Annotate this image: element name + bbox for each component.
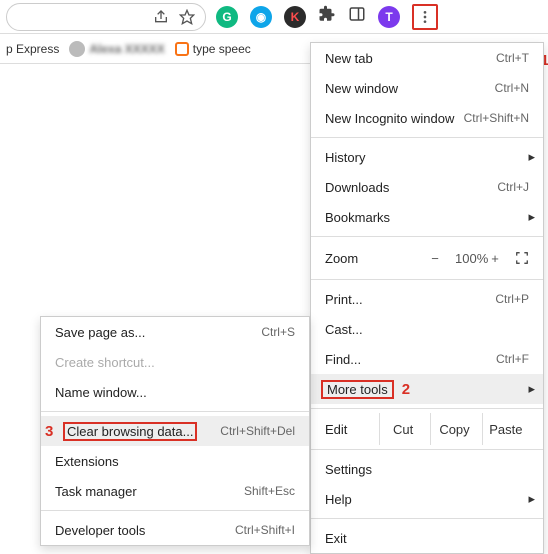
menu-new-window[interactable]: New windowCtrl+N [311, 73, 543, 103]
bookmark-item[interactable]: Alexa XXXXX [69, 41, 164, 57]
more-tools-submenu: Save page as...Ctrl+S Create shortcut...… [40, 316, 310, 546]
menu-separator [41, 510, 309, 511]
menu-downloads[interactable]: DownloadsCtrl+J [311, 172, 543, 202]
toolbar: G ◉ K T [0, 0, 548, 34]
more-tools-highlight: More tools [321, 380, 394, 399]
submenu-name-window[interactable]: Name window... [41, 377, 309, 407]
annotation-3: 3 [45, 423, 53, 440]
chevron-right-icon: ▸ [528, 491, 535, 507]
menu-print[interactable]: Print...Ctrl+P [311, 284, 543, 314]
submenu-save-page[interactable]: Save page as...Ctrl+S [41, 317, 309, 347]
menu-zoom-row: Zoom − 100% + [311, 241, 543, 275]
extension-swirl-icon[interactable]: ◉ [250, 6, 272, 28]
extension-grammarly-icon[interactable]: G [216, 6, 238, 28]
menu-bookmarks[interactable]: Bookmarks▸ [311, 202, 543, 232]
chat-icon [175, 42, 189, 56]
menu-separator [311, 236, 543, 237]
menu-separator [41, 411, 309, 412]
chevron-right-icon: ▸ [528, 209, 535, 225]
edit-copy[interactable]: Copy [430, 413, 477, 445]
submenu-developer-tools[interactable]: Developer toolsCtrl+Shift+I [41, 515, 309, 545]
submenu-create-shortcut[interactable]: Create shortcut... [41, 347, 309, 377]
menu-find[interactable]: Find...Ctrl+F [311, 344, 543, 374]
bookmark-item[interactable]: type speec [175, 42, 251, 56]
menu-separator [311, 408, 543, 409]
chevron-right-icon: ▸ [528, 149, 535, 165]
submenu-clear-browsing-data[interactable]: 3 Clear browsing data... Ctrl+Shift+Del [41, 416, 309, 446]
menu-separator [311, 137, 543, 138]
star-icon[interactable] [179, 9, 195, 25]
edit-label: Edit [325, 422, 375, 437]
extensions-puzzle-icon[interactable] [318, 5, 336, 28]
menu-separator [311, 449, 543, 450]
extension-icons: G ◉ K T [216, 4, 438, 30]
sidepanel-icon[interactable] [348, 5, 366, 28]
avatar-icon [69, 41, 85, 57]
menu-history[interactable]: History▸ [311, 142, 543, 172]
extension-k-icon[interactable]: K [284, 6, 306, 28]
zoom-label: Zoom [325, 251, 358, 266]
edit-cut[interactable]: Cut [379, 413, 426, 445]
submenu-extensions[interactable]: Extensions [41, 446, 309, 476]
chevron-right-icon: ▸ [528, 381, 535, 397]
omnibox[interactable] [6, 3, 206, 31]
kebab-menu-button[interactable] [412, 4, 438, 30]
submenu-task-manager[interactable]: Task managerShift+Esc [41, 476, 309, 506]
menu-cast[interactable]: Cast... [311, 314, 543, 344]
clear-data-highlight: Clear browsing data... [63, 422, 197, 441]
bookmark-item[interactable]: p Express [6, 42, 59, 56]
menu-edit-row: Edit Cut Copy Paste [311, 413, 543, 445]
menu-exit[interactable]: Exit [311, 523, 543, 553]
annotation-2: 2 [402, 381, 410, 398]
zoom-value: 100% [455, 251, 475, 266]
zoom-out-button[interactable]: − [425, 251, 445, 266]
edit-paste[interactable]: Paste [482, 413, 529, 445]
menu-more-tools[interactable]: More tools 2 ▸ [311, 374, 543, 404]
profile-avatar[interactable]: T [378, 6, 400, 28]
menu-settings[interactable]: Settings [311, 454, 543, 484]
menu-separator [311, 279, 543, 280]
share-icon[interactable] [153, 9, 169, 25]
menu-new-incognito[interactable]: New Incognito windowCtrl+Shift+N [311, 103, 543, 133]
menu-new-tab[interactable]: New tabCtrl+T [311, 43, 543, 73]
zoom-in-button[interactable]: + [485, 251, 505, 266]
main-menu: New tabCtrl+T New windowCtrl+N New Incog… [310, 42, 544, 554]
menu-separator [311, 518, 543, 519]
fullscreen-icon[interactable] [515, 251, 529, 265]
menu-help[interactable]: Help▸ [311, 484, 543, 514]
